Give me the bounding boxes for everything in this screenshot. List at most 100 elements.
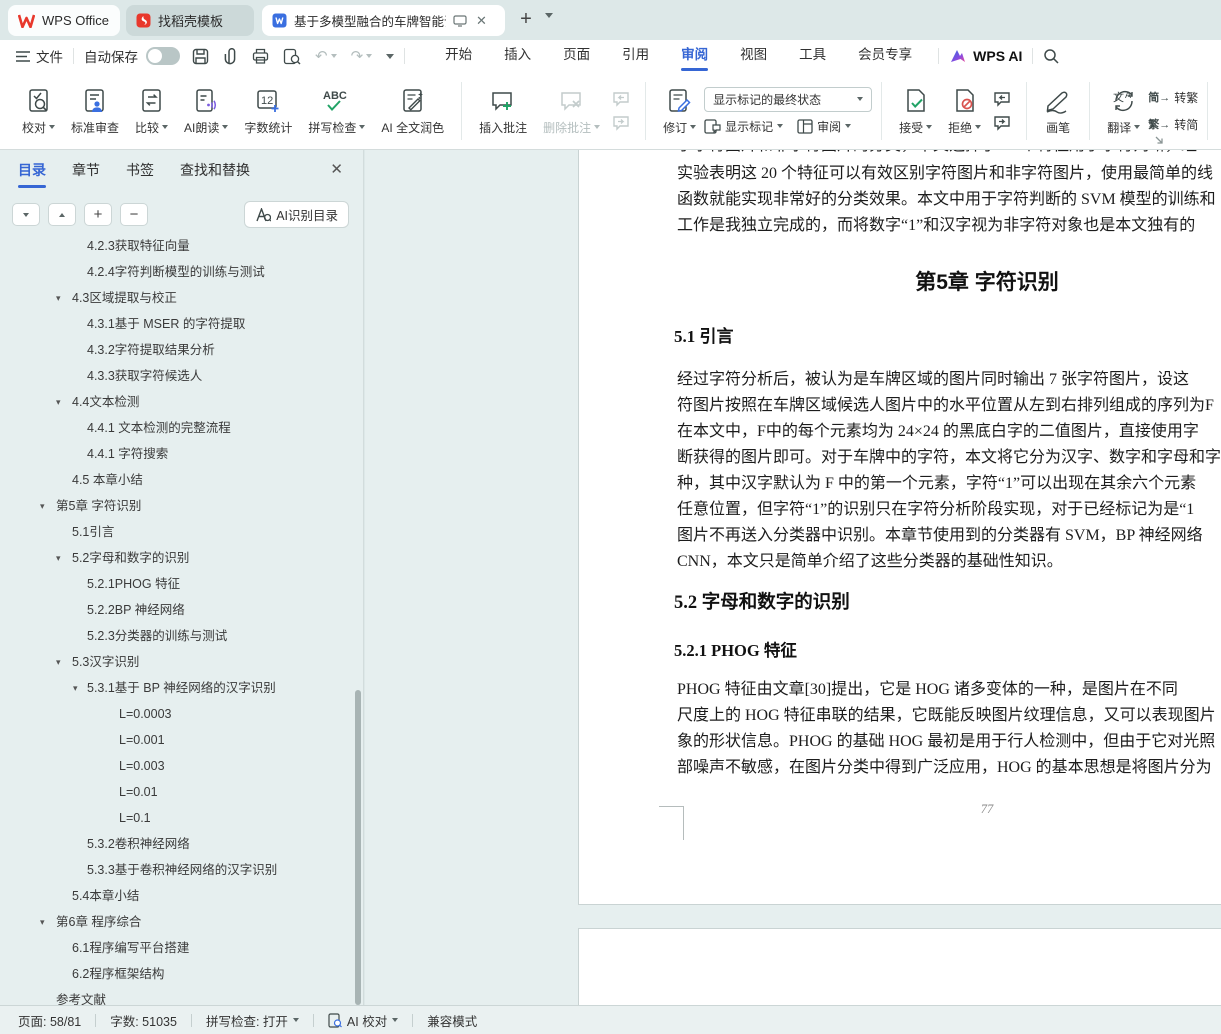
toc-item[interactable]: ▾ 5.3.1基于 BP 神经网络的汉字识别 bbox=[0, 675, 352, 701]
standard-review-button[interactable]: 标准审查 bbox=[63, 78, 127, 144]
toc-item[interactable]: ▾ 5.2.3分类器的训练与测试 bbox=[0, 623, 352, 649]
toc-item[interactable]: ▾ 5.3汉字识别 bbox=[0, 649, 352, 675]
redo-button[interactable]: ↷ bbox=[351, 47, 373, 65]
sidebar-close-icon[interactable]: ✕ bbox=[330, 160, 343, 178]
toc-item[interactable]: ▾ 4.3.1基于 MSER 的字符提取 bbox=[0, 311, 352, 337]
ai-polish-button[interactable]: AI 全文润色 bbox=[373, 78, 452, 144]
reject-button[interactable]: 拒绝 bbox=[940, 78, 989, 144]
show-markup-button[interactable]: 显示标记 bbox=[704, 118, 783, 135]
translate-button[interactable]: 文A 翻译 bbox=[1099, 78, 1148, 144]
menu-tab[interactable]: 工具 bbox=[783, 40, 842, 72]
track-changes-button[interactable]: 修订 bbox=[655, 78, 704, 144]
toc-item[interactable]: ▾ L=0.003 bbox=[0, 753, 352, 779]
toc-item[interactable]: ▾ 4.4.1 字符搜索 bbox=[0, 441, 352, 467]
toc-item[interactable]: ▾ 5.2.1PHOG 特征 bbox=[0, 571, 352, 597]
toc-item[interactable]: ▾ 4.5 本章小结 bbox=[0, 467, 352, 493]
qat-more-chevron-icon[interactable] bbox=[386, 54, 394, 59]
toc-item[interactable]: ▾ 5.3.3基于卷积神经网络的汉字识别 bbox=[0, 857, 352, 883]
next-change-icon[interactable] bbox=[993, 115, 1013, 131]
delete-comment-button[interactable]: 删除批注 bbox=[535, 78, 608, 144]
previous-change-icon[interactable] bbox=[993, 91, 1013, 107]
toc-item[interactable]: ▾ 4.4.1 文本检测的完整流程 bbox=[0, 415, 352, 441]
spellcheck-status[interactable]: 拼写检查: 打开 bbox=[206, 1011, 299, 1030]
toc-item[interactable]: ▾ L=0.0003 bbox=[0, 701, 352, 727]
toc-item[interactable]: ▾ 5.4本章小结 bbox=[0, 883, 352, 909]
collapse-triangle-icon[interactable]: ▾ bbox=[56, 545, 61, 571]
tab-document[interactable]: 基于多模型融合的车牌智能识 ✕ bbox=[262, 5, 505, 36]
sidebar-tab[interactable]: 书签 bbox=[126, 160, 154, 188]
toc-collapse-button[interactable]: − bbox=[120, 203, 148, 226]
next-comment-icon[interactable] bbox=[612, 115, 632, 131]
print-preview-icon[interactable] bbox=[283, 48, 301, 65]
tab-list-chevron-icon[interactable] bbox=[545, 13, 553, 18]
collapse-triangle-icon[interactable]: ▾ bbox=[56, 649, 61, 675]
toc-item[interactable]: ▾ 4.3.2字符提取结果分析 bbox=[0, 337, 352, 363]
compare-button[interactable]: 比较 bbox=[127, 78, 176, 144]
new-tab-button[interactable]: + bbox=[514, 8, 538, 31]
prev-comment-icon[interactable] bbox=[612, 91, 632, 107]
tab-wps-home[interactable]: WPS Office bbox=[8, 5, 120, 36]
menu-tab[interactable]: 插入 bbox=[488, 40, 547, 72]
toc-item[interactable]: ▾ 5.2.2BP 神经网络 bbox=[0, 597, 352, 623]
toc-item[interactable]: ▾ 5.3.2卷积神经网络 bbox=[0, 831, 352, 857]
search-icon[interactable] bbox=[1043, 48, 1059, 64]
document-page-59[interactable] bbox=[578, 928, 1221, 1005]
insert-comment-button[interactable]: 插入批注 bbox=[471, 78, 535, 144]
sidebar-tab[interactable]: 章节 bbox=[72, 160, 100, 188]
undo-button[interactable]: ↶ bbox=[315, 47, 337, 65]
toc-item[interactable]: ▾ 4.3区域提取与校正 bbox=[0, 285, 352, 311]
word-count-indicator[interactable]: 字数: 51035 bbox=[110, 1011, 177, 1030]
word-count-button[interactable]: 12 字数统计 bbox=[236, 78, 300, 144]
wps-ai-button[interactable]: WPS AI bbox=[949, 48, 1022, 64]
save-icon[interactable] bbox=[192, 48, 209, 65]
menu-tab[interactable]: 会员专享 bbox=[842, 40, 928, 72]
monitor-icon[interactable] bbox=[453, 15, 467, 27]
toc-item[interactable]: ▾ 参考文献 bbox=[0, 987, 352, 1005]
toc-item[interactable]: ▾ 5.2字母和数字的识别 bbox=[0, 545, 352, 571]
toc-next-heading-button[interactable] bbox=[12, 203, 40, 226]
toc-prev-heading-button[interactable] bbox=[48, 203, 76, 226]
export-pdf-icon[interactable] bbox=[223, 48, 238, 65]
toc-item[interactable]: ▾ 第6章 程序综合 bbox=[0, 909, 352, 935]
menu-tab[interactable]: 开始 bbox=[429, 40, 488, 72]
spell-check-button[interactable]: ABC 拼写检查 bbox=[300, 78, 373, 144]
sidebar-tab[interactable]: 查找和替换 bbox=[180, 160, 250, 188]
file-menu-button[interactable]: 文件 bbox=[0, 46, 63, 66]
review-pane-button[interactable]: 审阅 bbox=[797, 118, 851, 135]
tab-docer-templates[interactable]: 找稻壳模板 bbox=[126, 5, 254, 36]
menu-tab[interactable]: 页面 bbox=[547, 40, 606, 72]
sidebar-scrollbar[interactable] bbox=[355, 690, 361, 1005]
autosave-toggle[interactable] bbox=[146, 47, 180, 65]
menu-tab[interactable]: 引用 bbox=[606, 40, 665, 72]
proofread-button[interactable]: 校对 bbox=[14, 78, 63, 144]
collapse-triangle-icon[interactable]: ▾ bbox=[56, 389, 61, 415]
toc-item[interactable]: ▾ 5.1引言 bbox=[0, 519, 352, 545]
page-indicator[interactable]: 页面: 58/81 bbox=[18, 1011, 81, 1030]
simplified-to-traditional-button[interactable]: 简→ 转繁 bbox=[1148, 89, 1198, 106]
collapse-triangle-icon[interactable]: ▾ bbox=[73, 675, 78, 701]
menu-tab[interactable]: 审阅 bbox=[665, 40, 724, 72]
toc-item[interactable]: ▾ L=0.01 bbox=[0, 779, 352, 805]
collapse-triangle-icon[interactable]: ▾ bbox=[40, 493, 45, 519]
toc-item[interactable]: ▾ 4.3.3获取字符候选人 bbox=[0, 363, 352, 389]
expand-ribbon-icon[interactable] bbox=[1153, 134, 1165, 146]
toc-item[interactable]: ▾ 4.4文本检测 bbox=[0, 389, 352, 415]
toc-item[interactable]: ▾ 4.2.3获取特征向量 bbox=[0, 233, 352, 259]
accept-button[interactable]: 接受 bbox=[891, 78, 940, 144]
toc-expand-button[interactable]: + bbox=[84, 203, 112, 226]
pen-button[interactable]: 画笔 bbox=[1036, 78, 1080, 144]
toc-item[interactable]: ▾ L=0.1 bbox=[0, 805, 352, 831]
ai-proof-status[interactable]: AI 校对 bbox=[328, 1011, 398, 1030]
toc-item[interactable]: ▾ L=0.001 bbox=[0, 727, 352, 753]
toc-item[interactable]: ▾ 第5章 字符识别 bbox=[0, 493, 352, 519]
print-icon[interactable] bbox=[252, 48, 269, 64]
toc-item[interactable]: ▾ 6.1程序编写平台搭建 bbox=[0, 935, 352, 961]
collapse-triangle-icon[interactable]: ▾ bbox=[40, 909, 45, 935]
close-tab-icon[interactable]: ✕ bbox=[476, 13, 487, 29]
ai-read-button[interactable]: AI朗读 bbox=[176, 78, 236, 144]
collapse-triangle-icon[interactable]: ▾ bbox=[56, 285, 61, 311]
toc-item[interactable]: ▾ 4.2.4字符判断模型的训练与测试 bbox=[0, 259, 352, 285]
menu-tab[interactable]: 视图 bbox=[724, 40, 783, 72]
document-page-58[interactable]: 于字符图片和非字符图片的分类，本文选择了 20 个特征用于字符判断，经 实验表明… bbox=[578, 150, 1221, 905]
restrict-edit-button[interactable]: 限制编辑 bbox=[1217, 78, 1221, 144]
